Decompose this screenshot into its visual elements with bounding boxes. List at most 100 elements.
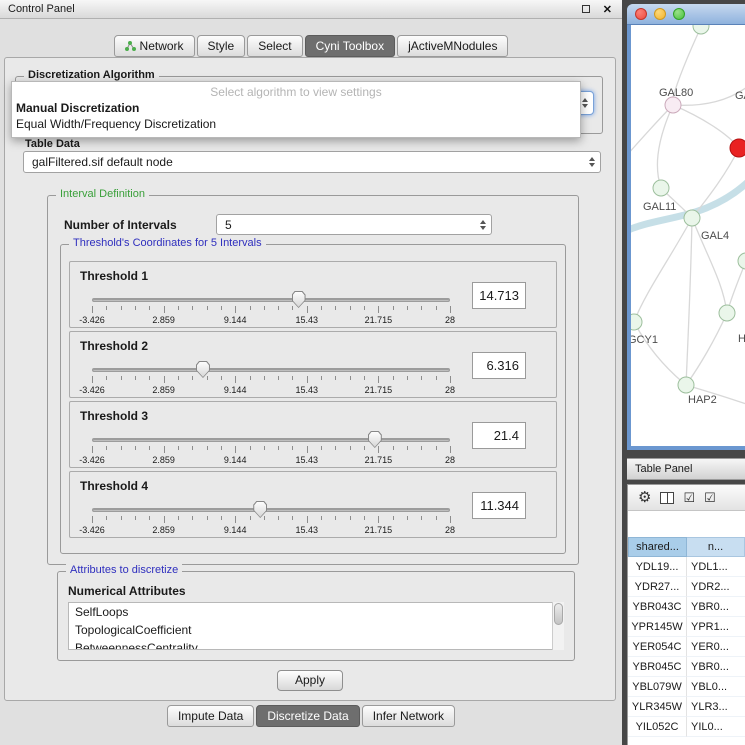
tick-mark [292,516,293,520]
slider-track[interactable] [92,298,450,302]
tick-mark [178,516,179,520]
threshold-slider[interactable]: -3.4262.8599.14415.4321.71528 [92,290,450,328]
network-node[interactable] [678,377,694,393]
attribute-list-item[interactable]: BetweennessCentrality [69,639,563,650]
scrollbar-thumb[interactable] [554,603,563,625]
table-cell[interactable]: YER054C [628,637,687,657]
table-cell[interactable]: YER0... [687,637,745,657]
network-window-titlebar[interactable] [627,4,745,25]
network-node[interactable] [693,25,709,34]
chevron-up-icon [480,220,486,224]
table-data-combobox[interactable]: galFiltered.sif default node [23,151,601,173]
dropdown-option[interactable]: Equal Width/Frequency Discretization [12,116,580,132]
threshold-slider[interactable]: -3.4262.8599.14415.4321.71528 [92,500,450,538]
network-canvas[interactable]: GAL80GAGAL11GAL4GCY1HAP2H [631,25,745,446]
tick-mark [364,376,365,380]
number-of-intervals-combobox[interactable]: 5 [216,214,492,235]
dropdown-option[interactable]: Manual Discretization [12,100,580,116]
close-button[interactable] [635,8,647,20]
threshold-value-field[interactable]: 21.4 [472,422,526,449]
tab-label: Discretize Data [267,709,348,723]
table-cell[interactable]: YDR27... [628,577,687,597]
network-node[interactable] [738,253,745,269]
threshold-value-field[interactable]: 6.316 [472,352,526,379]
network-node[interactable] [653,180,669,196]
float-window-icon[interactable] [582,5,590,13]
slider-track[interactable] [92,508,450,512]
tick-mark [235,376,236,383]
tick-mark [450,446,451,453]
table-panel-titlebar[interactable]: Table Panel [627,458,745,480]
tab-style[interactable]: Style [197,35,246,57]
threshold-slider[interactable]: -3.4262.8599.14415.4321.71528 [92,360,450,398]
table-cell[interactable]: YBL079W [628,677,687,697]
table-row[interactable]: YER054CYER0... [628,637,745,657]
scale-tick-label: 28 [445,315,455,325]
network-node[interactable] [631,314,642,330]
threshold-value-field[interactable]: 11.344 [472,492,526,519]
table-row[interactable]: YBR045CYBR0... [628,657,745,677]
table-cell[interactable]: YBL0... [687,677,745,697]
table-cell[interactable]: YLR3... [687,697,745,717]
tick-mark [278,446,279,450]
tick-mark [192,306,193,310]
tab-label: Infer Network [373,709,444,723]
network-node[interactable] [719,305,735,321]
table-cell[interactable]: YPR1... [687,617,745,637]
table-cell[interactable]: YDL1... [687,557,745,577]
table-cell[interactable]: YPR145W [628,617,687,637]
table-cell[interactable]: YBR045C [628,657,687,677]
tick-mark [350,306,351,310]
tab-jactivemnodules[interactable]: jActiveMNodules [397,35,508,57]
numerical-attributes-list[interactable]: SelfLoopsTopologicalCoefficientBetweenne… [68,602,564,650]
threshold-slider[interactable]: -3.4262.8599.14415.4321.71528 [92,430,450,468]
tab-select[interactable]: Select [247,35,302,57]
threshold-value-field[interactable]: 14.713 [472,282,526,309]
apply-button[interactable]: Apply [277,670,343,691]
tick-mark [350,516,351,520]
scrollbar[interactable] [552,602,564,650]
tab-cyni-toolbox[interactable]: Cyni Toolbox [305,35,395,57]
table-row[interactable]: YBR043CYBR0... [628,597,745,617]
close-icon[interactable]: ✕ [603,3,612,16]
select-all-icon[interactable]: ☑ [683,491,695,504]
slider-track[interactable] [92,438,450,442]
table-row[interactable]: YDR27...YDR2... [628,577,745,597]
tick-mark [292,446,293,450]
zoom-button[interactable] [673,8,685,20]
columns-icon[interactable] [660,492,674,504]
tick-mark [207,306,208,310]
slider-track[interactable] [92,368,450,372]
table-row[interactable]: YIL052CYIL0... [628,717,745,737]
table-cell[interactable]: YDL19... [628,557,687,577]
tick-mark [436,376,437,380]
attribute-list-item[interactable]: TopologicalCoefficient [69,621,563,639]
column-header-shared-name[interactable]: shared... [628,537,687,557]
table-row[interactable]: YDL19...YDL1... [628,557,745,577]
table-row[interactable]: YPR145WYPR1... [628,617,745,637]
table-cell[interactable]: YIL052C [628,717,687,737]
tick-mark [207,446,208,450]
column-header-name[interactable]: n... [687,537,745,557]
network-node[interactable] [665,97,681,113]
table-cell[interactable]: YDR2... [687,577,745,597]
table-row[interactable]: YBL079WYBL0... [628,677,745,697]
table-cell[interactable]: YBR043C [628,597,687,617]
tick-mark [178,376,179,380]
attribute-list-item[interactable]: SelfLoops [69,603,563,621]
minimize-button[interactable] [654,8,666,20]
gear-icon[interactable]: ⚙ [638,490,651,505]
table-row[interactable]: YLR345WYLR3... [628,697,745,717]
network-node[interactable] [684,210,700,226]
select-none-icon[interactable]: ☑ [704,491,716,504]
table-cell[interactable]: YIL0... [687,717,745,737]
tab-impute-data[interactable]: Impute Data [167,705,254,727]
table-cell[interactable]: YBR0... [687,657,745,677]
network-node[interactable] [730,139,745,157]
tab-infer-network[interactable]: Infer Network [362,705,455,727]
tab-network[interactable]: Network [114,35,195,57]
tick-mark [321,376,322,380]
table-cell[interactable]: YBR0... [687,597,745,617]
table-cell[interactable]: YLR345W [628,697,687,717]
tab-discretize-data[interactable]: Discretize Data [256,705,359,727]
